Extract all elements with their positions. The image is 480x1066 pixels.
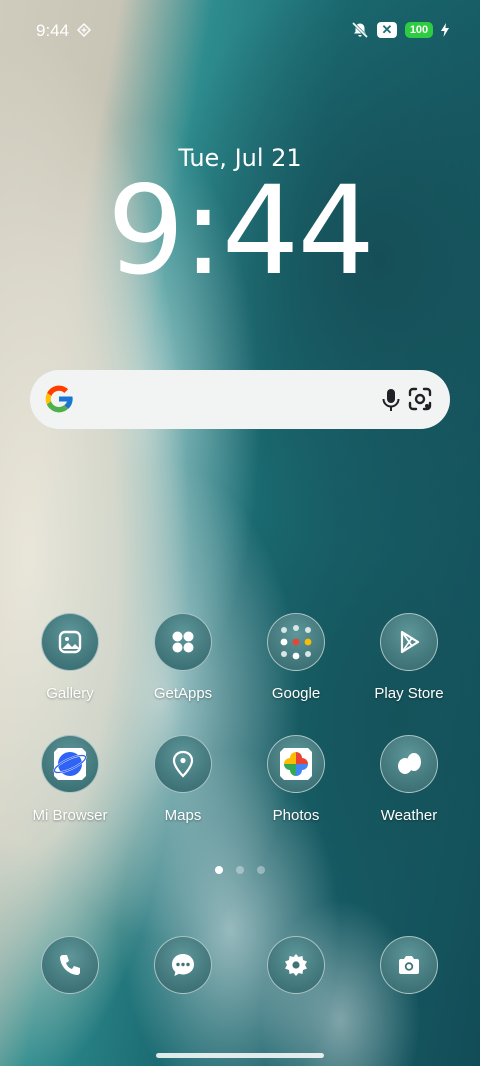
dock-settings[interactable] [267,936,325,994]
page-indicator [0,866,480,874]
app-label: Photos [272,807,320,824]
app-google-folder[interactable]: Google [240,613,352,702]
page-dot [236,866,244,874]
google-logo-icon [45,385,73,413]
camera-icon [380,936,438,994]
clock-time[interactable]: 9:44 [0,170,480,292]
phone-icon [41,936,99,994]
settings-icon [267,936,325,994]
app-weather[interactable]: Weather [353,735,465,824]
lens-icon[interactable] [406,385,434,413]
app-photos[interactable]: Photos [240,735,352,824]
messages-icon [154,936,212,994]
app-label: Play Store [374,685,444,702]
google-search-bar[interactable] [30,370,450,429]
page-dot [215,866,223,874]
app-label: GetApps [153,685,213,702]
app-label: Maps [164,807,202,824]
weather-icon [380,735,438,793]
battery-level: 100 [409,24,429,36]
app-label: Weather [380,807,438,824]
charging-bolt-icon [441,23,449,37]
battery-icon: 100 [405,22,433,38]
google-folder-icon [267,613,325,671]
app-play-store[interactable]: Play Store [353,613,465,702]
mi-browser-icon [41,735,99,793]
dock-messages[interactable] [154,936,212,994]
app-getapps[interactable]: GetApps [127,613,239,702]
app-label: Gallery [46,685,94,702]
status-bar: 9:44 ✕ 100 [0,0,480,60]
app-maps[interactable]: Maps [127,735,239,824]
maps-icon [154,735,212,793]
x-badge-icon: ✕ [377,22,397,38]
app-mi-browser[interactable]: Mi Browser [14,735,126,824]
play-store-icon [380,613,438,671]
navigation-handle[interactable] [156,1053,324,1058]
vpn-diamond-icon [77,23,91,37]
page-dot [257,866,265,874]
dock-phone[interactable] [41,936,99,994]
app-label: Google [271,685,321,702]
getapps-icon [154,613,212,671]
mic-icon[interactable] [378,386,404,414]
photos-icon [267,735,325,793]
app-label: Mi Browser [32,807,108,824]
app-gallery[interactable]: Gallery [14,613,126,702]
dock-camera[interactable] [380,936,438,994]
gallery-icon [41,613,99,671]
status-time: 9:44 [36,21,70,40]
bell-off-icon [351,21,369,39]
